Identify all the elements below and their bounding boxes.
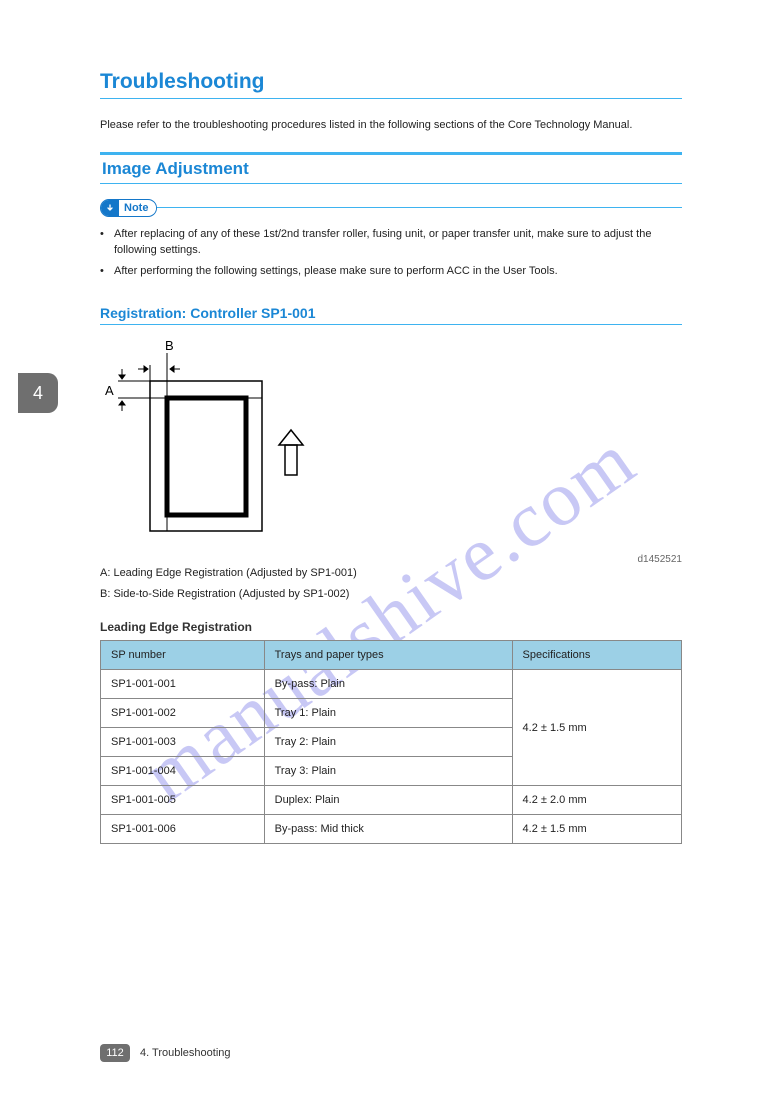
diagram-label-b: B xyxy=(165,338,174,353)
table-row: SP1-001-006By-pass: Mid thick4.2 ± 1.5 m… xyxy=(101,815,682,844)
title-underline xyxy=(100,98,682,99)
arrow-down-icon xyxy=(101,199,119,217)
cell-tray: Tray 1: Plain xyxy=(264,699,512,728)
table-header-sp: SP number xyxy=(101,641,265,670)
section-heading-image-adjustment: Image Adjustment xyxy=(100,152,682,184)
legend-line: A: Leading Edge Registration (Adjusted b… xyxy=(100,565,682,582)
diagram-label-a: A xyxy=(105,383,114,398)
note-label: Note xyxy=(119,202,156,214)
cell-spec: 4.2 ± 2.0 mm xyxy=(512,786,681,815)
registration-diagram: B A d1452521 xyxy=(100,335,682,565)
table-header-spec: Specifications xyxy=(512,641,681,670)
registration-table: SP number Trays and paper types Specific… xyxy=(100,640,682,844)
cell-sp: SP1-001-003 xyxy=(101,728,265,757)
cell-tray: By-pass: Plain xyxy=(264,670,512,699)
table-row: SP1-001-001By-pass: Plain4.2 ± 1.5 mm xyxy=(101,670,682,699)
note-callout: Note xyxy=(100,198,682,218)
intro-paragraph: Please refer to the troubleshooting proc… xyxy=(100,117,682,134)
section-tab-index: 4 xyxy=(18,373,58,413)
note-bullet: •After performing the following settings… xyxy=(100,263,682,280)
cell-spec: 4.2 ± 1.5 mm xyxy=(512,670,681,786)
table-row: SP1-001-005Duplex: Plain4.2 ± 2.0 mm xyxy=(101,786,682,815)
cell-sp: SP1-001-006 xyxy=(101,815,265,844)
cell-sp: SP1-001-001 xyxy=(101,670,265,699)
page-footer: 112 4. Troubleshooting xyxy=(100,1044,682,1062)
cell-tray: Tray 3: Plain xyxy=(264,757,512,786)
page-number: 112 xyxy=(100,1044,130,1062)
cell-sp: SP1-001-002 xyxy=(101,699,265,728)
cell-spec: 4.2 ± 1.5 mm xyxy=(512,815,681,844)
cell-tray: Tray 2: Plain xyxy=(264,728,512,757)
page-title: Troubleshooting xyxy=(100,70,682,94)
diagram-code: d1452521 xyxy=(100,554,682,565)
subheading-registration: Registration: Controller SP1-001 xyxy=(100,305,682,325)
cell-sp: SP1-001-004 xyxy=(101,757,265,786)
note-bullet: •After replacing of any of these 1st/2nd… xyxy=(100,226,682,259)
footer-chapter: 4. Troubleshooting xyxy=(140,1047,231,1059)
subheading-leading-edge: Leading Edge Registration xyxy=(100,620,682,634)
cell-tray: Duplex: Plain xyxy=(264,786,512,815)
cell-sp: SP1-001-005 xyxy=(101,786,265,815)
cell-tray: By-pass: Mid thick xyxy=(264,815,512,844)
legend-line: B: Side-to-Side Registration (Adjusted b… xyxy=(100,586,682,603)
table-header-tray: Trays and paper types xyxy=(264,641,512,670)
